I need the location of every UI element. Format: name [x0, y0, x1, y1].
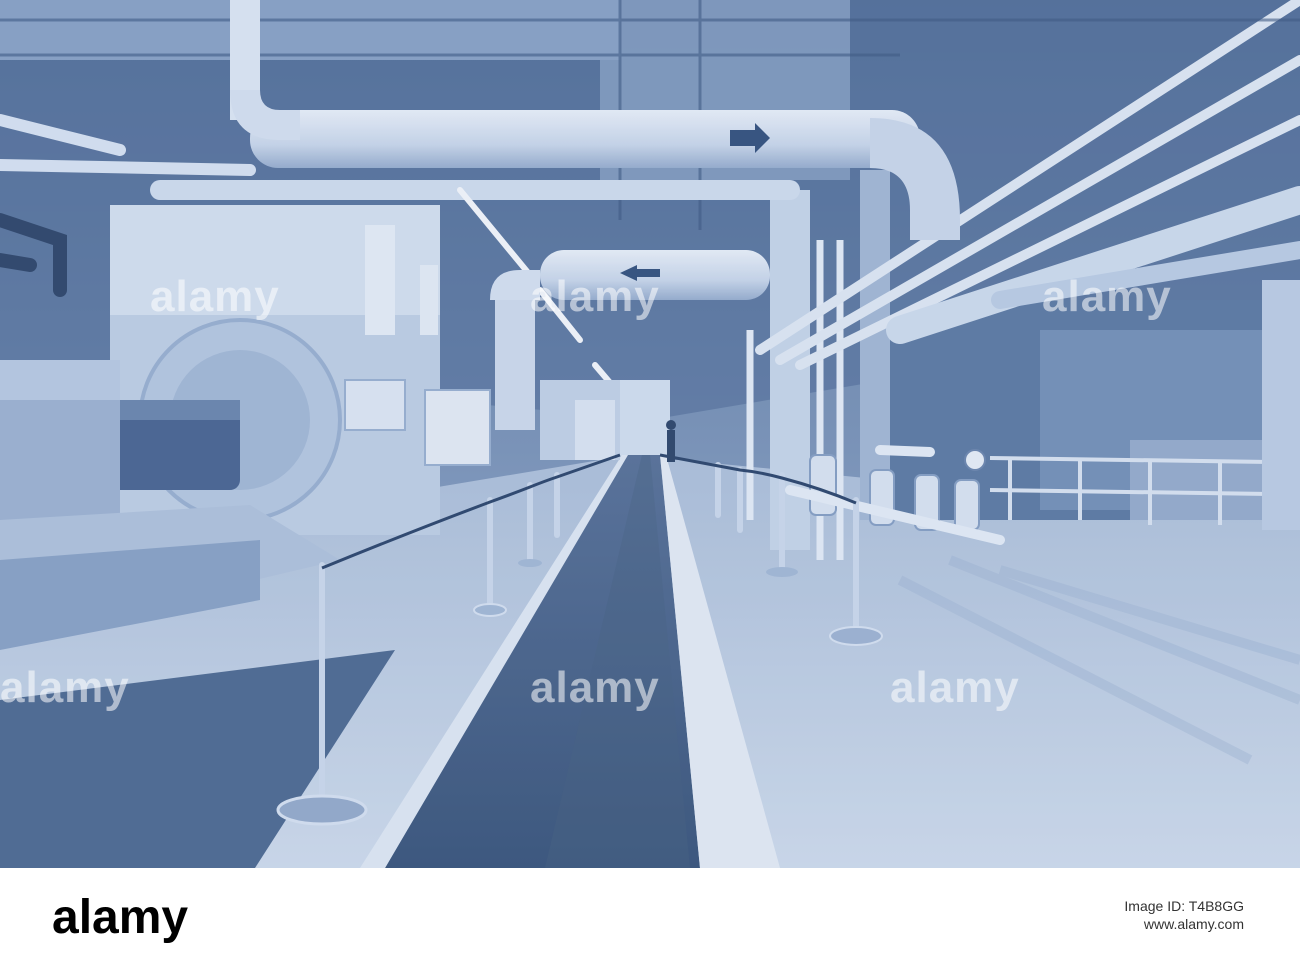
image-stage: alamy alamy alamy alamy alamy alamy alam… [0, 0, 1300, 957]
image-id-label: Image ID: T4B8GG [1124, 898, 1244, 914]
brand-logo: alamy [52, 891, 189, 944]
stock-footer-bar: alamy Image ID: T4B8GG www.alamy.com [0, 868, 1300, 957]
photo-illustration [0, 0, 1300, 868]
industrial-corridor-photo: alamy alamy alamy alamy alamy alamy [0, 0, 1300, 868]
site-url-label: www.alamy.com [1143, 916, 1244, 932]
